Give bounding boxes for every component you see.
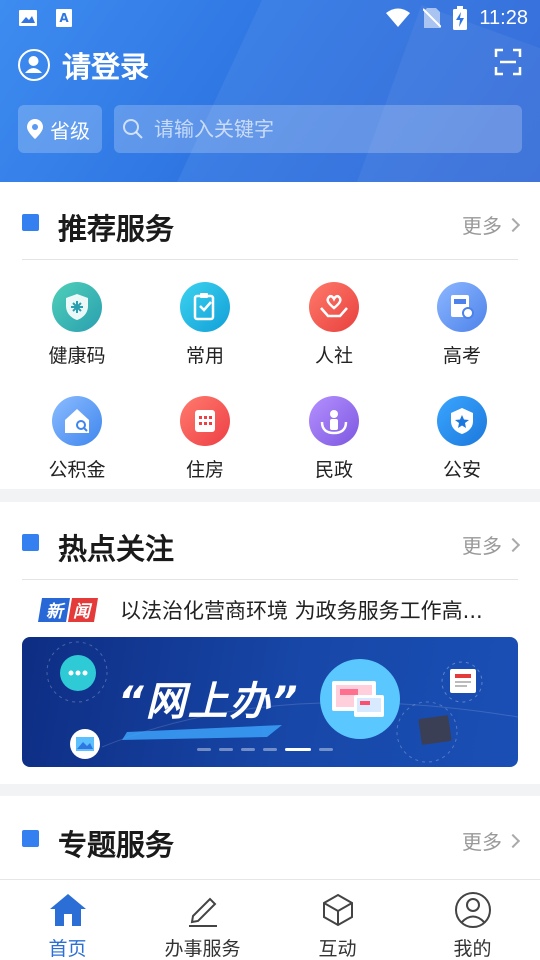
service-item-civil-affairs[interactable]: 民政 [279, 396, 389, 482]
section-title: 热点关注 [58, 532, 175, 566]
service-item-health-code[interactable]: 健康码 [22, 282, 132, 368]
avatar-icon [18, 49, 50, 81]
chat-bubble-icon [60, 655, 96, 691]
user-icon [453, 890, 493, 930]
service-item-common[interactable]: 常用 [150, 282, 260, 368]
pen-icon [183, 890, 223, 930]
location-pin-icon [27, 119, 43, 139]
bottom-tab-bar: 首页 办事服务 互动 我的 [0, 879, 540, 960]
tab-services[interactable]: 办事服务 [135, 880, 270, 960]
chevron-right-icon [505, 537, 521, 552]
status-bar: A 11:28 [0, 0, 540, 36]
carousel-dot[interactable] [263, 748, 277, 751]
document-icon [450, 669, 476, 693]
more-label: 更多 [462, 830, 502, 854]
hot-header: 热点关注 更多 [22, 514, 521, 580]
image-icon [19, 10, 37, 26]
more-label: 更多 [462, 214, 502, 238]
login-label: 请登录 [62, 50, 150, 84]
wifi-icon [386, 8, 411, 27]
computer-illustration-icon [320, 659, 400, 739]
cube-icon [318, 890, 358, 930]
section-icon [22, 830, 46, 854]
hot-focus-card: 热点关注 更多 新闻 以法治化营商环境 为政务服务工作高... “网上办” [0, 502, 540, 784]
promo-banner[interactable]: “网上办” [22, 637, 518, 767]
more-button[interactable]: 更多 [462, 826, 521, 855]
svg-text:A: A [59, 11, 69, 25]
location-label: 省级 [50, 118, 90, 143]
header: A 11:28 请登录 省级 [0, 0, 540, 182]
search-icon [123, 119, 143, 139]
tab-profile[interactable]: 我的 [405, 880, 540, 960]
recommended-header: 推荐服务 更多 [22, 194, 521, 260]
tab-home[interactable]: 首页 [0, 880, 135, 960]
monitor-icon [418, 715, 452, 745]
no-sim-icon [423, 8, 442, 28]
police-badge-icon [437, 396, 487, 446]
carousel-dot[interactable] [197, 748, 211, 751]
service-item-housing[interactable]: 住房 [150, 396, 260, 482]
section-icon [22, 214, 46, 238]
health-code-icon [52, 282, 102, 332]
recommended-services-card: 推荐服务 更多 健康码 常用 人社 高考 公积金 住房 民政 公安 [0, 182, 540, 489]
search-bar[interactable] [114, 105, 522, 153]
tab-label: 互动 [318, 938, 357, 960]
news-badge: 新闻 [36, 596, 100, 624]
section-title: 推荐服务 [58, 212, 175, 246]
text-a-icon: A [56, 9, 72, 27]
service-label: 人社 [314, 345, 353, 367]
chevron-right-icon [505, 833, 521, 848]
carousel-dot[interactable] [319, 748, 333, 751]
section-icon [22, 534, 46, 558]
people-care-icon [309, 396, 359, 446]
service-label: 公积金 [48, 459, 106, 481]
more-button[interactable]: 更多 [462, 210, 521, 239]
carousel-indicator[interactable] [197, 748, 333, 751]
banner-title: “网上办” [118, 679, 300, 725]
news-badge-label: 新闻 [46, 602, 100, 622]
service-item-public-security[interactable]: 公安 [407, 396, 517, 482]
clock: 11:28 [479, 6, 528, 29]
service-label: 高考 [442, 345, 481, 367]
service-label: 常用 [185, 345, 224, 367]
battery-charging-icon [453, 6, 468, 30]
service-item-social-security[interactable]: 人社 [279, 282, 389, 368]
tab-interaction[interactable]: 互动 [270, 880, 405, 960]
home-icon [48, 890, 88, 930]
image-card-icon [70, 729, 100, 759]
hands-heart-icon [309, 282, 359, 332]
scan-icon[interactable] [494, 48, 522, 76]
exam-certificate-icon [437, 282, 487, 332]
carousel-dot[interactable] [241, 748, 255, 751]
house-fund-icon [52, 396, 102, 446]
tab-label: 办事服务 [164, 938, 241, 960]
search-input[interactable] [154, 117, 494, 141]
more-label: 更多 [462, 534, 502, 558]
location-selector[interactable]: 省级 [18, 105, 102, 153]
topic-services-card: 专题服务 更多 [0, 796, 540, 879]
service-label: 民政 [314, 459, 353, 481]
service-item-gaokao[interactable]: 高考 [407, 282, 517, 368]
service-label: 住房 [185, 459, 224, 481]
tab-label: 我的 [453, 938, 492, 960]
service-item-housing-fund[interactable]: 公积金 [22, 396, 132, 482]
chevron-right-icon [505, 217, 521, 232]
news-headline: 以法治化营商环境 为政务服务工作高... [120, 599, 483, 623]
clipboard-icon [180, 282, 230, 332]
news-headline-row[interactable]: 新闻 以法治化营商环境 为政务服务工作高... [36, 590, 516, 630]
tab-label: 首页 [48, 938, 87, 960]
section-title: 专题服务 [58, 828, 175, 862]
topics-header: 专题服务 更多 [22, 810, 521, 876]
carousel-dot[interactable] [219, 748, 233, 751]
more-button[interactable]: 更多 [462, 530, 521, 559]
carousel-dot-active[interactable] [285, 748, 311, 751]
building-icon [180, 396, 230, 446]
login-button[interactable]: 请登录 [18, 44, 149, 86]
service-label: 健康码 [48, 345, 106, 367]
service-label: 公安 [442, 459, 481, 481]
